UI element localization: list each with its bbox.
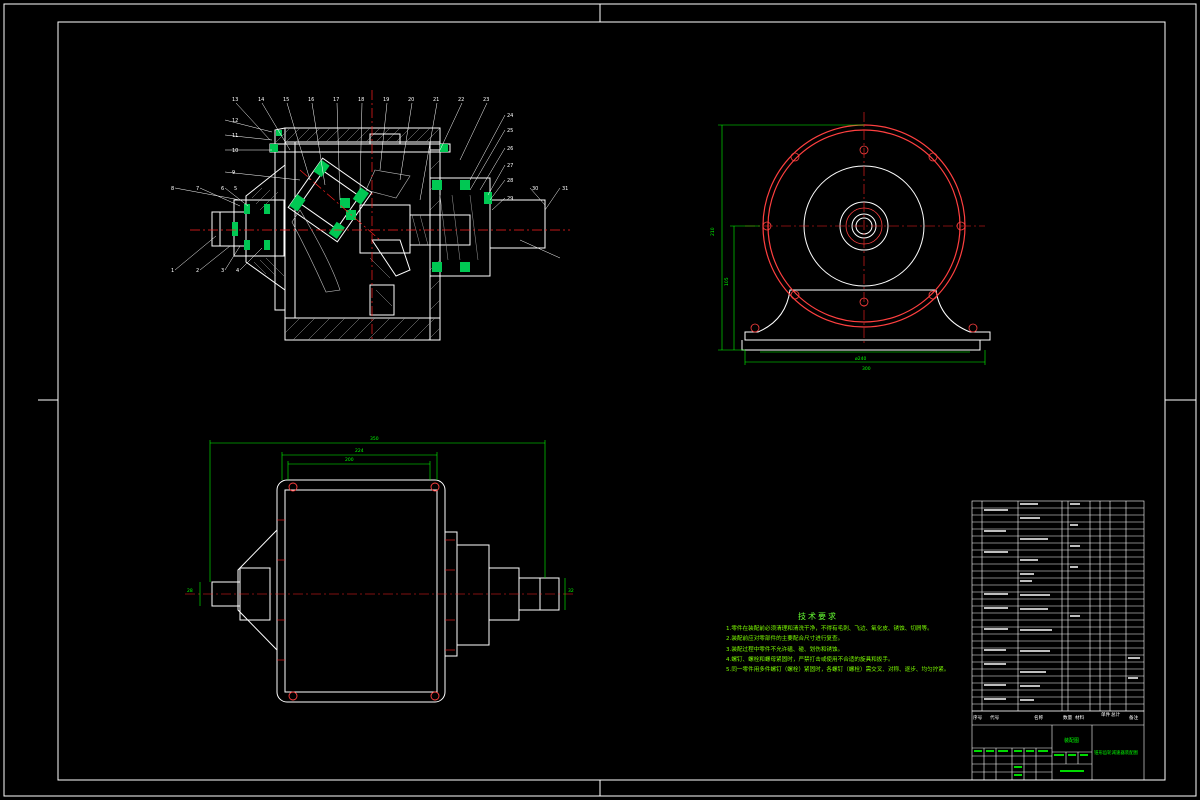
- header-qty: 数量: [1063, 714, 1073, 721]
- balloon-18: 18: [358, 97, 364, 103]
- svg-text:ø240: ø240: [855, 356, 866, 362]
- header-name: 名称: [1034, 714, 1044, 721]
- parts-list-table: [971, 500, 1145, 712]
- header-total: 总计: [1111, 711, 1121, 718]
- requirement-5: 5.同一零件用多件螺钉（螺栓）紧固时，各螺钉（螺栓）需交叉、对称、逐步、均匀拧紧…: [726, 667, 950, 674]
- svg-text:224: 224: [355, 448, 364, 454]
- balloon-26: 26: [507, 146, 513, 152]
- header-material: 材料: [1075, 714, 1085, 721]
- balloon-11: 11: [232, 133, 238, 139]
- balloon-3: 3: [221, 268, 224, 274]
- balloon-25: 25: [507, 128, 513, 134]
- balloon-1: 1: [171, 268, 174, 274]
- header-remark: 备注: [1129, 714, 1139, 721]
- header-code: 代号: [990, 714, 1000, 721]
- balloon-24: 24: [507, 113, 513, 119]
- svg-text:350: 350: [370, 436, 379, 442]
- header-unit: 单件: [1101, 711, 1111, 718]
- balloon-27: 27: [507, 163, 513, 169]
- balloon-22: 22: [458, 97, 464, 103]
- balloon-5: 5: [234, 186, 237, 192]
- balloon-14: 14: [258, 97, 264, 103]
- svg-text:105: 105: [724, 277, 730, 286]
- balloon-19: 19: [383, 97, 389, 103]
- balloon-4: 4: [236, 268, 239, 274]
- balloon-13: 13: [232, 97, 238, 103]
- title-block-text: 装配图 锥形齿轮减速器装配图: [1064, 737, 1139, 756]
- balloon-10: 10: [232, 148, 238, 154]
- balloon-29: 29: [507, 196, 513, 202]
- balloon-21: 21: [433, 97, 439, 103]
- side-view: 210 105 ø240 300: [710, 112, 991, 372]
- requirement-3: 3.装配过程中零件不允许磕、碰、划伤和锈蚀。: [726, 646, 844, 653]
- drawing-name: 锥形齿轮减速器装配图: [1094, 749, 1139, 756]
- technical-requirements-title: 技术要求: [798, 612, 838, 621]
- balloon-20: 20: [408, 97, 414, 103]
- requirement-4: 4.螺钉、螺栓和螺母紧固时，严禁打击或使用不合适的旋具和扳手。: [726, 656, 894, 663]
- technical-requirements: 技术要求 1.零件在装配前必须清理和清洗干净，不得有毛刺、飞边、氧化皮、锈蚀、切…: [726, 612, 950, 675]
- balloon-15: 15: [283, 97, 289, 103]
- balloon-30: 30: [532, 186, 538, 192]
- section-view: 13 14 15 16 17 18 19 20 21 22 23 12 11 1…: [171, 90, 570, 341]
- sheet-frame: [3, 3, 1197, 797]
- requirement-2: 2.装配前应对零部件的主要配合尺寸进行复查。: [726, 636, 844, 643]
- balloon-17: 17: [333, 97, 339, 103]
- balloon-16: 16: [308, 97, 314, 103]
- balloon-7: 7: [196, 186, 199, 192]
- balloon-2: 2: [196, 268, 199, 274]
- top-view: 350 224 200 28 32: [185, 436, 575, 703]
- balloon-31: 31: [562, 186, 568, 192]
- parts-list-header: 序号 代号 名称 数量 材料 单件 总计 备注: [973, 711, 1139, 721]
- cad-drawing-sheet: 13 14 15 16 17 18 19 20 21 22 23 12 11 1…: [3, 3, 1197, 797]
- balloon-8: 8: [171, 186, 174, 192]
- balloon-23: 23: [483, 97, 489, 103]
- balloon-9: 9: [232, 170, 235, 176]
- balloon-28: 28: [507, 178, 513, 184]
- header-index: 序号: [973, 714, 983, 721]
- assembly-label: 装配图: [1064, 737, 1079, 744]
- svg-text:32: 32: [568, 588, 574, 594]
- requirement-1: 1.零件在装配前必须清理和清洗干净，不得有毛刺、飞边、氧化皮、锈蚀、切屑等。: [726, 626, 933, 633]
- svg-text:200: 200: [345, 457, 354, 463]
- svg-text:300: 300: [862, 366, 871, 372]
- svg-text:210: 210: [710, 227, 716, 236]
- balloon-12: 12: [232, 118, 238, 124]
- balloon-6: 6: [221, 186, 224, 192]
- title-block: [971, 710, 1145, 781]
- svg-text:28: 28: [187, 588, 193, 594]
